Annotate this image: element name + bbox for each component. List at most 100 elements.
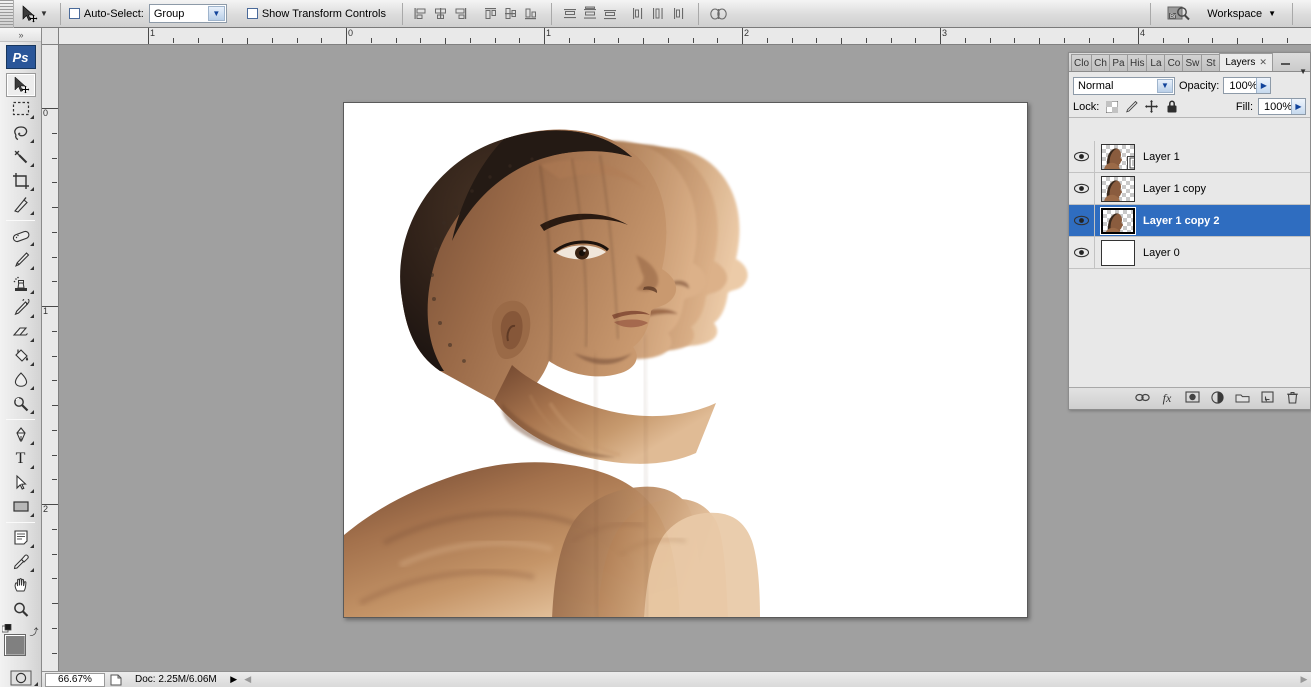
go-to-bridge-button[interactable]: Br: [1159, 2, 1199, 26]
panel-menu-icon[interactable]: ▼: [1299, 67, 1307, 76]
link-layers-icon[interactable]: [707, 3, 731, 25]
notes-tool[interactable]: [6, 526, 36, 550]
standard-mode-button[interactable]: [6, 668, 36, 687]
distribute-bottom-edges-icon[interactable]: [600, 3, 620, 25]
delete-layer-button[interactable]: [1284, 391, 1300, 407]
layer-visibility-toggle[interactable]: [1069, 204, 1095, 237]
panel-tab-styles[interactable]: St: [1201, 54, 1221, 71]
clone-stamp-tool[interactable]: [6, 272, 36, 296]
magic-wand-tool[interactable]: [6, 145, 36, 169]
lock-image-pixels-button[interactable]: [1124, 99, 1139, 114]
status-scroll-left-icon[interactable]: ◀: [241, 673, 255, 687]
layer-thumbnail[interactable]: [1101, 175, 1135, 202]
fill-field[interactable]: 100% ▶: [1258, 98, 1306, 115]
layer-thumbnail[interactable]: [1100, 206, 1136, 235]
status-scroll-right-icon[interactable]: ▶: [1297, 673, 1311, 687]
distribute-top-edges-icon[interactable]: [560, 3, 580, 25]
eraser-tool[interactable]: [6, 320, 36, 344]
layer-list[interactable]: Layer 1 Layer 1 copy Layer 1 copy 2 Layer 0: [1069, 141, 1310, 387]
hand-tool[interactable]: [6, 574, 36, 598]
options-bar-grip[interactable]: [0, 0, 14, 28]
path-selection-tool[interactable]: [6, 471, 36, 495]
status-menu-arrow-icon[interactable]: ▶: [227, 673, 241, 687]
layer-visibility-toggle[interactable]: [1069, 172, 1095, 205]
panel-tab-paths[interactable]: Pa: [1109, 54, 1129, 71]
vertical-ruler[interactable]: 0 1 2: [42, 45, 59, 671]
history-brush-tool[interactable]: [6, 296, 36, 320]
adjustment-layer-button[interactable]: [1209, 390, 1225, 407]
panel-tab-history[interactable]: His: [1127, 54, 1148, 71]
distribute-vertical-centers-icon[interactable]: [580, 3, 600, 25]
show-transform-checkbox[interactable]: [246, 8, 258, 19]
workspace-button[interactable]: Workspace ▼: [1199, 2, 1284, 26]
minimize-icon[interactable]: [1279, 55, 1292, 67]
document-info-icon[interactable]: [105, 673, 125, 687]
lock-transparent-pixels-button[interactable]: [1104, 99, 1119, 114]
close-icon[interactable]: ✕: [1259, 57, 1267, 68]
rectangle-shape-tool[interactable]: [6, 495, 36, 519]
lasso-tool[interactable]: [6, 121, 36, 145]
align-left-edges-icon[interactable]: [411, 3, 431, 25]
blur-tool[interactable]: [6, 368, 36, 392]
new-layer-button[interactable]: [1259, 391, 1275, 407]
foreground-color-swatch[interactable]: [3, 634, 26, 656]
auto-select-checkbox[interactable]: [68, 8, 80, 19]
move-tool[interactable]: [5, 73, 36, 97]
layer-row[interactable]: Layer 1: [1069, 141, 1310, 173]
panel-tab-color[interactable]: Co: [1164, 54, 1184, 71]
panel-tab-swatches[interactable]: Sw: [1182, 54, 1203, 71]
lock-all-button[interactable]: [1164, 99, 1179, 114]
tools-panel-grip[interactable]: »: [0, 28, 41, 42]
healing-brush-tool[interactable]: [6, 224, 36, 248]
panel-tab-layer-comps[interactable]: La: [1146, 54, 1166, 71]
add-layer-mask-button[interactable]: [1184, 391, 1200, 407]
align-top-edges-icon[interactable]: [481, 3, 501, 25]
layer-row[interactable]: Layer 1 copy 2: [1069, 204, 1310, 237]
dodge-tool[interactable]: [6, 392, 36, 416]
new-group-button[interactable]: [1234, 391, 1250, 407]
horizontal-type-tool[interactable]: T: [6, 447, 36, 471]
panel-tab-layers[interactable]: Layers ✕: [1219, 53, 1273, 71]
layer-thumbnail[interactable]: [1101, 239, 1135, 266]
zoom-level-field[interactable]: 66.67%: [45, 672, 105, 687]
layer-visibility-toggle[interactable]: [1069, 141, 1095, 173]
link-layers-button[interactable]: [1134, 391, 1150, 407]
align-right-edges-icon[interactable]: [451, 3, 471, 25]
pen-tool[interactable]: [6, 423, 36, 447]
layer-row[interactable]: Layer 0: [1069, 236, 1310, 269]
chevron-down-icon[interactable]: ▼: [207, 6, 225, 21]
chevron-down-icon[interactable]: ▼: [1268, 9, 1276, 18]
opacity-slider-arrow-icon[interactable]: ▶: [1256, 78, 1271, 93]
default-colors-icon[interactable]: [1, 624, 13, 635]
layer-thumbnail[interactable]: [1101, 143, 1135, 170]
horizontal-ruler[interactable]: 1 0 1 2 3 4: [59, 28, 1311, 45]
auto-select-dropdown[interactable]: Group ▼: [148, 4, 227, 23]
align-bottom-edges-icon[interactable]: [521, 3, 541, 25]
crop-tool[interactable]: [6, 169, 36, 193]
fill-slider-arrow-icon[interactable]: ▶: [1291, 99, 1305, 114]
layer-visibility-toggle[interactable]: [1069, 236, 1095, 269]
distribute-right-edges-icon[interactable]: [668, 3, 688, 25]
distribute-left-edges-icon[interactable]: [628, 3, 648, 25]
align-horizontal-centers-icon[interactable]: [431, 3, 451, 25]
rectangular-marquee-tool[interactable]: [6, 97, 36, 121]
opacity-field[interactable]: 100% ▶: [1223, 77, 1272, 94]
distribute-horizontal-centers-icon[interactable]: [648, 3, 668, 25]
blend-mode-dropdown[interactable]: Normal ▼: [1073, 76, 1175, 95]
eyedropper-tool[interactable]: [6, 550, 36, 574]
slice-tool[interactable]: [6, 193, 36, 217]
paint-bucket-tool[interactable]: [6, 344, 36, 368]
ruler-origin-corner[interactable]: [42, 28, 59, 45]
brush-tool[interactable]: [6, 248, 36, 272]
lock-position-button[interactable]: [1144, 99, 1159, 114]
swap-colors-icon[interactable]: ⤴: [29, 625, 38, 638]
image-canvas[interactable]: [343, 102, 1028, 618]
align-vertical-centers-icon[interactable]: [501, 3, 521, 25]
tool-preset-chevron-down-icon[interactable]: ▼: [40, 9, 48, 18]
panel-tab-clone-source[interactable]: Clo: [1071, 54, 1093, 71]
chevron-down-icon[interactable]: ▼: [1157, 78, 1173, 93]
panel-tab-channels[interactable]: Ch: [1091, 54, 1111, 71]
layer-row[interactable]: Layer 1 copy: [1069, 172, 1310, 205]
zoom-tool[interactable]: [6, 598, 36, 622]
layer-style-button[interactable]: fx: [1159, 391, 1175, 407]
